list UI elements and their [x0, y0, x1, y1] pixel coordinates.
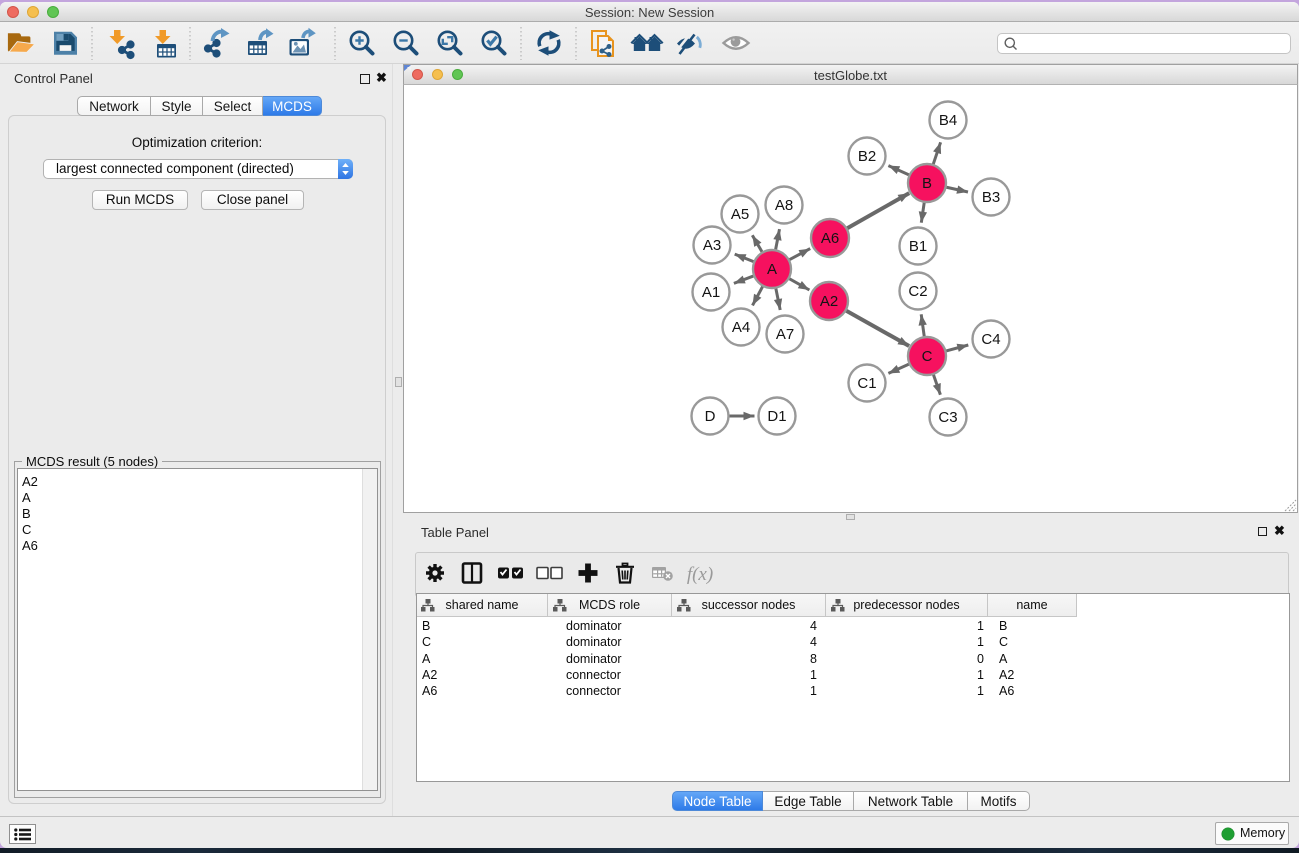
svg-text:B: B: [922, 175, 932, 192]
svg-text:B3: B3: [982, 189, 1000, 206]
svg-text:A7: A7: [776, 326, 794, 343]
svg-text:B2: B2: [858, 148, 876, 165]
svg-text:A2: A2: [820, 293, 838, 310]
svg-text:A1: A1: [702, 284, 720, 301]
svg-text:A: A: [767, 261, 777, 278]
svg-text:C: C: [922, 348, 933, 365]
svg-text:D1: D1: [767, 408, 786, 425]
svg-text:C1: C1: [857, 375, 876, 392]
svg-text:A5: A5: [731, 206, 749, 223]
svg-text:D: D: [705, 408, 716, 425]
svg-text:A4: A4: [732, 319, 750, 336]
svg-text:f(x): f(x): [687, 564, 713, 585]
svg-text:C2: C2: [908, 283, 927, 300]
svg-text:A3: A3: [703, 237, 721, 254]
svg-text:C3: C3: [938, 409, 957, 426]
svg-text:A8: A8: [775, 197, 793, 214]
svg-text:B1: B1: [909, 238, 927, 255]
svg-text:C4: C4: [981, 331, 1000, 348]
svg-text:A6: A6: [821, 230, 839, 247]
svg-text:B4: B4: [939, 112, 957, 129]
